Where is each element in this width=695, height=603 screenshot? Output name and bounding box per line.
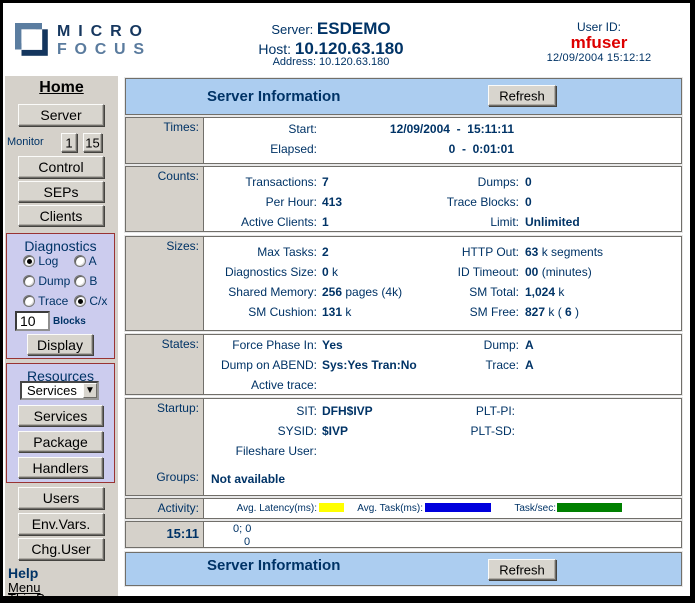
svg-text:FOCUS: FOCUS (57, 41, 144, 58)
svg-text:MICRO: MICRO (57, 23, 142, 40)
